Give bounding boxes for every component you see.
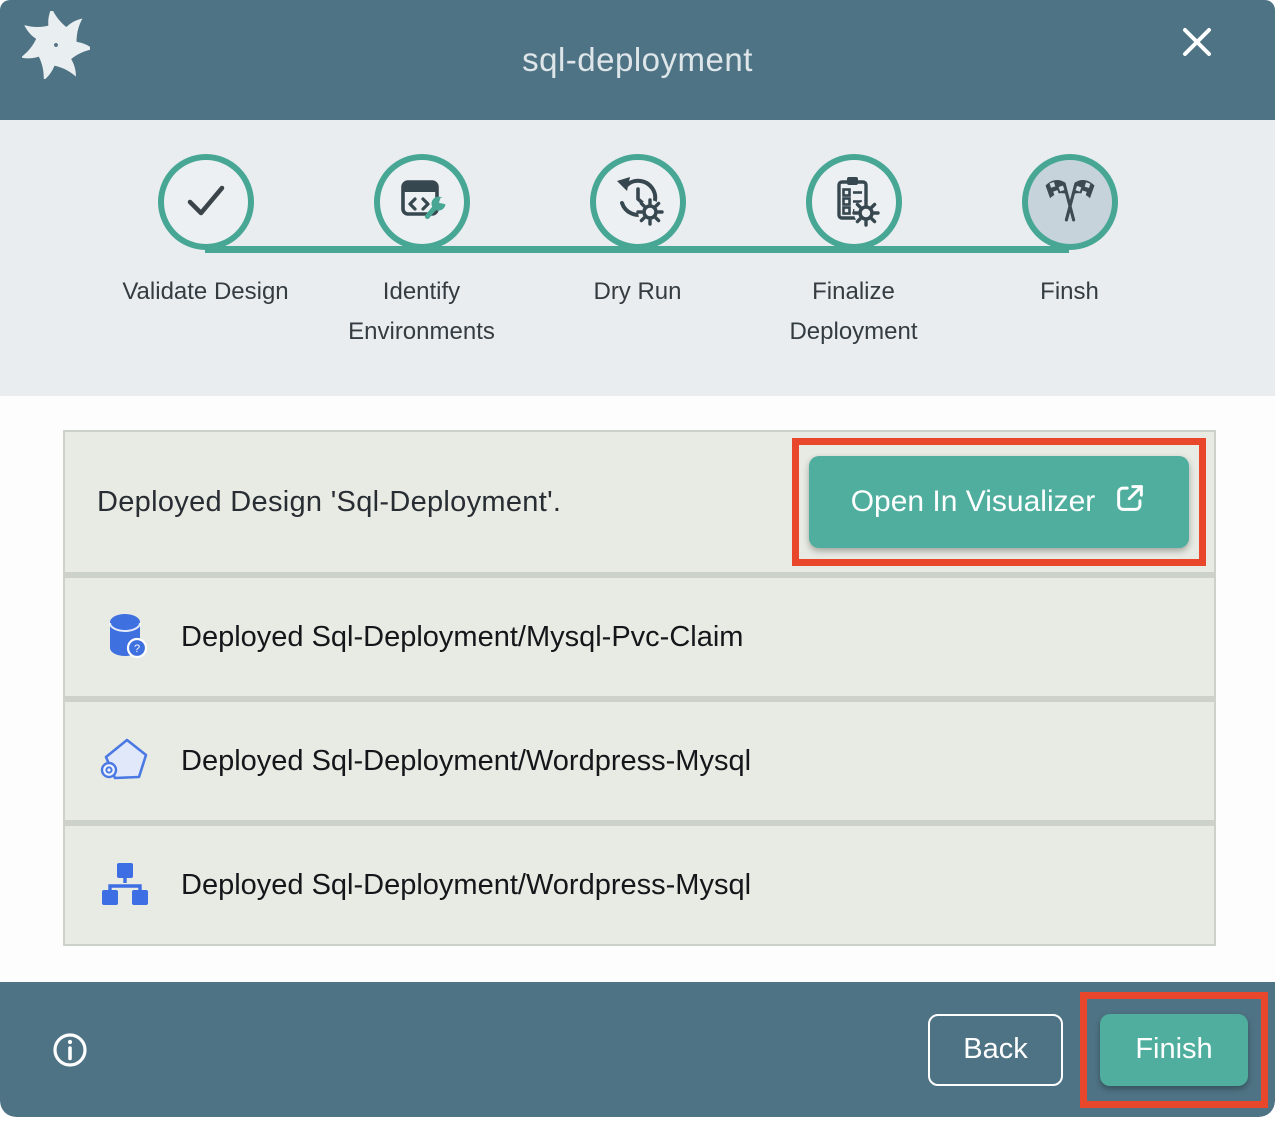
back-button[interactable]: Back bbox=[928, 1014, 1063, 1086]
step-label: Finsh bbox=[1040, 272, 1099, 312]
modal-header: sql-deployment bbox=[0, 0, 1275, 120]
deployment-stepper: Validate Design bbox=[0, 120, 1275, 396]
meshery-logo-icon bbox=[22, 11, 90, 79]
step-dry-run: Dry Run bbox=[530, 154, 746, 352]
modal-footer: Back Finish bbox=[0, 982, 1275, 1117]
finish-button[interactable]: Finish bbox=[1100, 1014, 1248, 1086]
highlight-box-finish: Finish bbox=[1080, 992, 1268, 1108]
step-label: Validate Design bbox=[122, 272, 288, 312]
close-icon[interactable] bbox=[1177, 22, 1217, 62]
highlight-box-visualizer: Open In Visualizer bbox=[792, 438, 1206, 566]
pentagon-icon bbox=[97, 733, 153, 789]
open-in-visualizer-label: Open In Visualizer bbox=[851, 485, 1096, 519]
external-link-icon bbox=[1113, 481, 1147, 523]
deployment-results-panel: Deployed Design 'Sql-Deployment'. Open I… bbox=[63, 430, 1216, 946]
deployed-item-label: Deployed Sql-Deployment/Wordpress-Mysql bbox=[181, 869, 751, 902]
modal-title: sql-deployment bbox=[0, 41, 1275, 79]
step-finish: Finsh bbox=[962, 154, 1178, 352]
deployed-item-label: Deployed Sql-Deployment/Mysql-Pvc-Claim bbox=[181, 621, 743, 654]
active-step-bubble bbox=[1022, 154, 1118, 250]
step-label: Finalize Deployment bbox=[754, 272, 954, 352]
deployment-modal: sql-deployment Validate Design bbox=[0, 0, 1275, 1117]
info-circle-icon[interactable] bbox=[52, 1032, 88, 1068]
step-label: Identify Environments bbox=[322, 272, 522, 352]
deployed-design-message: Deployed Design 'Sql-Deployment'. bbox=[97, 486, 561, 519]
deployed-item-row: Deployed Sql-Deployment/Wordpress-Mysql bbox=[65, 826, 1214, 944]
step-validate-design: Validate Design bbox=[98, 154, 314, 352]
history-gear-icon bbox=[610, 172, 666, 233]
step-label: Dry Run bbox=[593, 272, 681, 312]
open-in-visualizer-button[interactable]: Open In Visualizer bbox=[809, 456, 1189, 548]
summary-row: Deployed Design 'Sql-Deployment'. Open I… bbox=[65, 432, 1214, 572]
results-area: Deployed Design 'Sql-Deployment'. Open I… bbox=[0, 396, 1275, 982]
check-icon bbox=[178, 172, 234, 233]
code-wrench-icon bbox=[394, 172, 450, 233]
clipboard-gear-icon bbox=[826, 172, 882, 233]
deployed-item-row: Deployed Sql-Deployment/Wordpress-Mysql bbox=[65, 702, 1214, 820]
step-identify-environments: Identify Environments bbox=[314, 154, 530, 352]
tree-icon bbox=[97, 857, 153, 913]
step-finalize-deployment: Finalize Deployment bbox=[746, 154, 962, 352]
checkered-flags-icon bbox=[1041, 171, 1099, 234]
deployed-item-label: Deployed Sql-Deployment/Wordpress-Mysql bbox=[181, 745, 751, 778]
svg-text:?: ? bbox=[134, 643, 140, 655]
deployed-item-row: ? Deployed Sql-Deployment/Mysql-Pvc-Clai… bbox=[65, 578, 1214, 696]
database-icon: ? bbox=[97, 609, 153, 665]
